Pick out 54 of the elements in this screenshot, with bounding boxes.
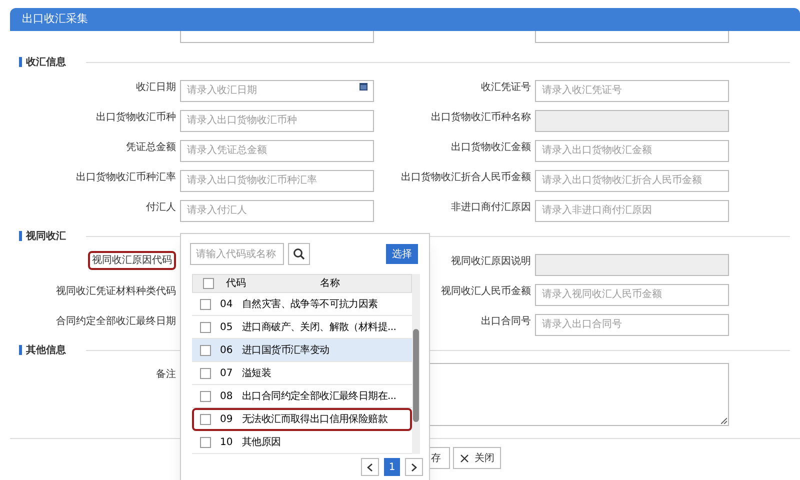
code-cell-text: 05	[219, 320, 234, 334]
field-label: 出口货物收汇币种汇率	[76, 170, 176, 185]
date-field[interactable]: 请录入收汇日期	[180, 80, 374, 102]
field-label: 出口货物收汇折合人民币金额	[401, 170, 531, 185]
field-label: 凭证总金额	[126, 140, 176, 155]
field-label: 出口合同号	[481, 314, 531, 329]
field-label: 视同收汇原因说明	[451, 254, 531, 269]
window-title: 出口收汇采集	[22, 11, 88, 28]
section-title: 收汇信息	[26, 56, 66, 70]
field-label: 出口货物收汇金额	[451, 140, 531, 155]
section-title: 视同收汇	[26, 230, 66, 244]
input-field[interactable]: 请录入出口货物收汇币种汇率	[180, 170, 374, 192]
field-label: 合同约定全部收汇最终日期	[56, 314, 176, 329]
section-title: 其他信息	[26, 344, 66, 358]
select-button[interactable]: 选择	[386, 244, 418, 264]
input-field[interactable]: 请录入非进口商付汇原因	[535, 200, 729, 222]
field-label: 视同收汇凭证材料种类代码	[56, 284, 176, 299]
name-cell-text: 进口商破产、关闭、解散（材料提...	[242, 320, 396, 334]
field-label: 非进口商付汇原因	[451, 200, 531, 215]
page-button[interactable]: 1	[384, 458, 400, 476]
name-cell-text: 无法收汇而取得出口信用保险赔款	[242, 412, 388, 426]
code-cell-text: 09	[219, 412, 234, 426]
code-cell-text: 08	[219, 390, 234, 404]
name-cell-text: 出口合同约定全部收汇最终日期在...	[242, 390, 396, 404]
input-field[interactable]: 请录入凭证总金额	[180, 140, 374, 162]
list-row[interactable]: 06 进口国货币汇率变动	[192, 339, 412, 362]
code-cell-text: 04	[219, 298, 234, 312]
field-label: 收汇日期	[136, 80, 176, 95]
name-cell-text: 其他原因	[242, 436, 281, 450]
field-label: 付汇人	[146, 201, 176, 215]
column-header: 名称	[319, 277, 341, 291]
input-field[interactable]: 请录入出口货物收汇折合人民币金额	[535, 170, 729, 192]
name-cell-text: 溢短装	[242, 366, 272, 380]
search-field[interactable]: 请输入代码或名称	[190, 243, 284, 265]
column-header: 代码	[225, 277, 247, 291]
list-row[interactable]: 09 无法收汇而取得出口信用保险赔款	[192, 408, 412, 431]
name-cell-text: 进口国货币汇率变动	[242, 344, 330, 358]
field-label: 收汇凭证号	[481, 81, 531, 95]
field-label: 出口货物收汇币种名称	[431, 110, 531, 125]
field-label: 备注	[156, 368, 176, 382]
input-field[interactable]: 请录入付汇人	[180, 200, 374, 222]
input-field[interactable]: 请录入收汇凭证号	[535, 80, 729, 102]
field-label: 出口货物收汇币种	[96, 110, 176, 125]
close-button[interactable]: 关闭	[453, 447, 501, 469]
field-label: 视同收汇人民币金额	[441, 284, 531, 299]
input-field[interactable]: 请录入出口合同号	[535, 314, 729, 336]
name-cell-text: 自然灾害、战争等不可抗力因素	[242, 298, 378, 312]
input-field[interactable]: 请录入视同收汇人民币金额	[535, 284, 729, 306]
input-field[interactable]: 请录入出口货物收汇币种	[180, 110, 374, 132]
code-cell-text: 07	[219, 366, 234, 380]
field-label: 视同收汇原因代码	[88, 251, 176, 270]
code-cell-text: 06	[219, 344, 234, 358]
input-field[interactable]: 请录入出口货物收汇金额	[535, 140, 729, 162]
code-cell-text: 10	[219, 436, 234, 450]
